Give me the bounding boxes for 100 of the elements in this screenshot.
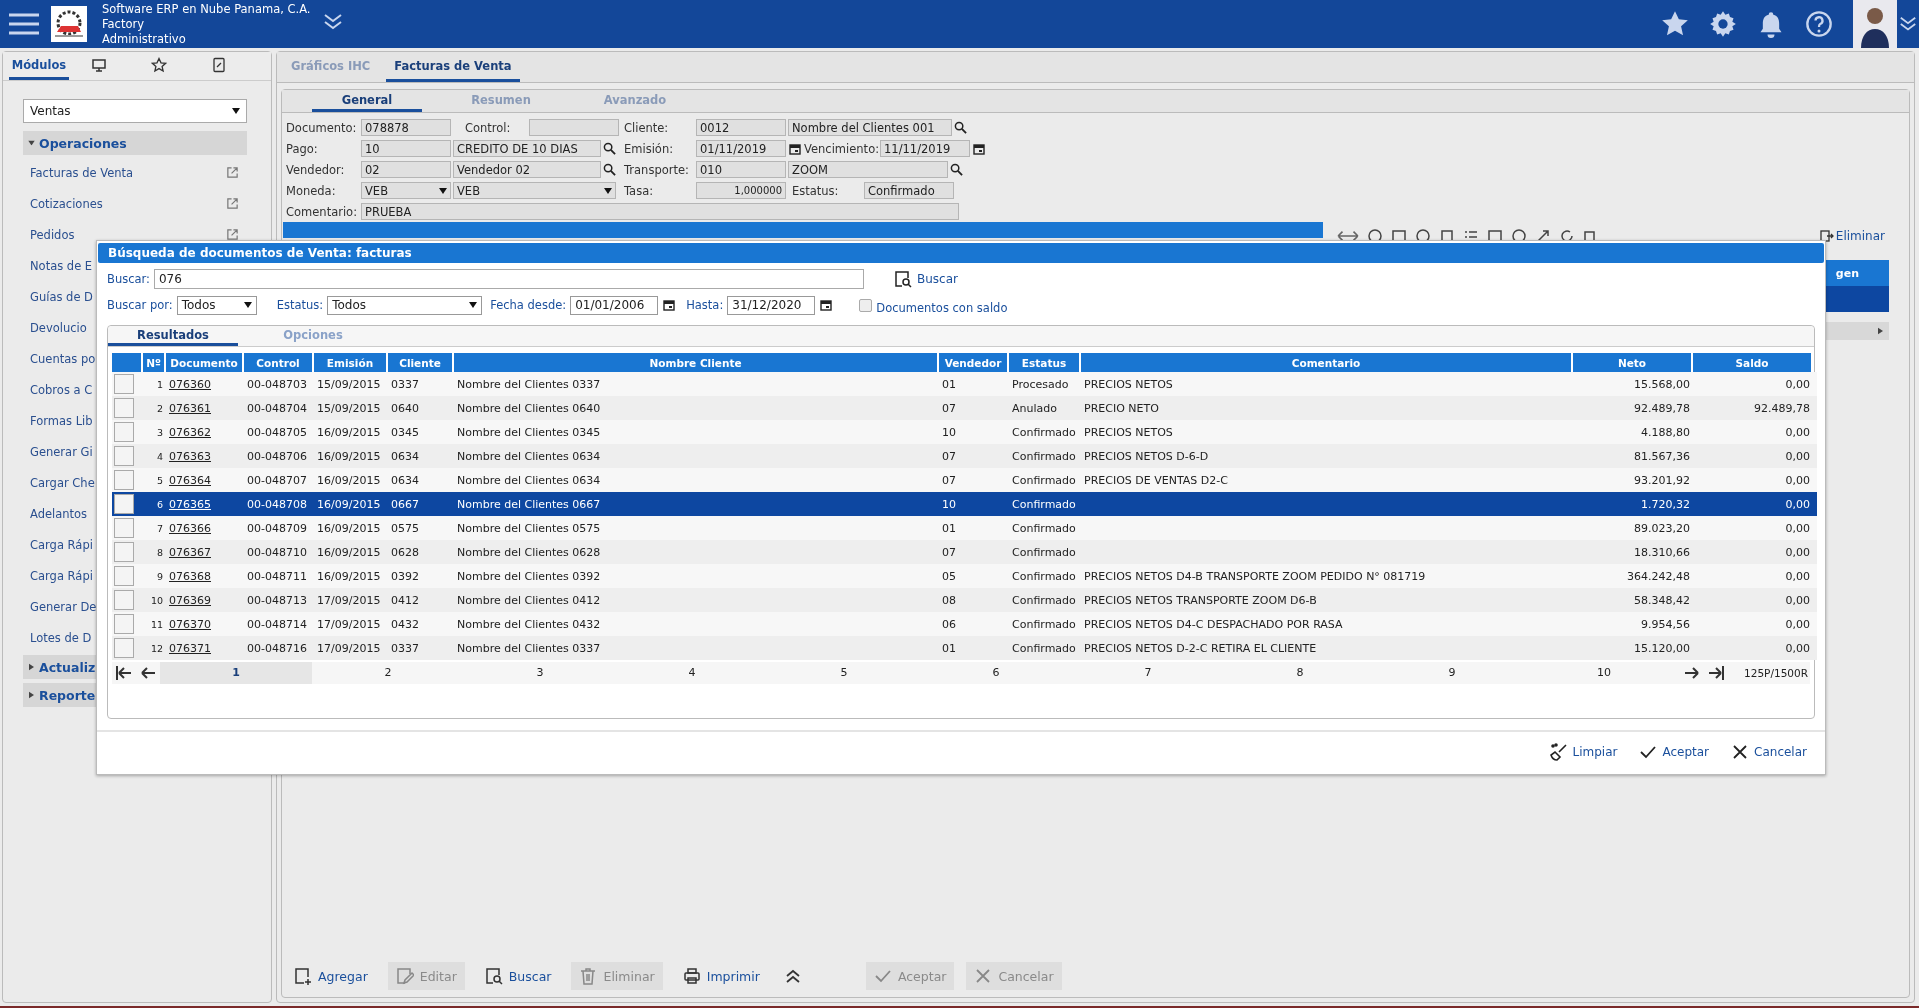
search-icon[interactable] xyxy=(603,142,616,155)
page-link[interactable]: 2 xyxy=(312,662,464,684)
document-link[interactable]: 076370 xyxy=(169,617,211,631)
first-page-icon[interactable] xyxy=(115,664,133,682)
menu-item[interactable]: Cobros a C xyxy=(30,382,93,397)
menu-item[interactable]: Pedidos xyxy=(30,227,75,242)
double-chevron-icon[interactable] xyxy=(1899,15,1917,33)
input-field[interactable]: 0012 xyxy=(696,119,786,136)
menu-icon[interactable] xyxy=(9,13,39,35)
checkbox[interactable] xyxy=(859,298,873,312)
dialog-button[interactable]: Cancelar xyxy=(1727,743,1811,761)
row-checkbox[interactable] xyxy=(114,374,134,394)
document-link[interactable]: 076367 xyxy=(169,545,211,559)
module-select[interactable]: Ventas xyxy=(23,99,247,123)
menu-item[interactable]: Devolucio xyxy=(30,320,87,335)
menu-item[interactable]: Carga Rápi xyxy=(30,537,93,552)
star-icon[interactable] xyxy=(1661,10,1689,38)
row-checkbox[interactable] xyxy=(114,614,134,634)
row-checkbox[interactable] xyxy=(114,590,134,610)
column-header[interactable]: Emisión xyxy=(314,353,388,372)
document-link[interactable]: 076364 xyxy=(169,473,211,487)
search-icon[interactable] xyxy=(950,163,963,176)
menu-item[interactable]: Cuentas po xyxy=(30,351,96,366)
menu-item[interactable]: Facturas de Venta xyxy=(30,165,134,180)
row-checkbox[interactable] xyxy=(114,566,134,586)
table-row[interactable]: 7 076366 00-048709 16/09/2015 0575 Nombre del Clientes 0575 01 Confirmado 89.023,20 0,00 xyxy=(112,516,1817,540)
page-link[interactable]: 7 xyxy=(1072,662,1224,684)
last-page-icon[interactable] xyxy=(1707,664,1725,682)
toolbar-button[interactable]: Agregar xyxy=(286,962,376,990)
document-link[interactable]: 076365 xyxy=(169,497,211,511)
menu-item[interactable]: Cotizaciones xyxy=(30,196,103,211)
column-header[interactable]: Saldo xyxy=(1693,353,1813,372)
column-header[interactable]: Neto xyxy=(1573,353,1693,372)
column-header[interactable]: Nombre Cliente xyxy=(454,353,939,372)
column-header[interactable]: Vendedor xyxy=(939,353,1009,372)
search-icon[interactable] xyxy=(954,121,967,134)
page-tab[interactable]: Facturas de Venta xyxy=(386,52,520,82)
date-field[interactable]: 01/01/2006 xyxy=(570,295,659,315)
table-row[interactable]: 5 076364 00-048707 16/09/2015 0634 Nombre del Clientes 0634 07 Confirmado PRECIOS DE VENTAS D2-C 93.201,92 0,00 xyxy=(112,468,1817,492)
input-field[interactable]: 1,000000 xyxy=(696,182,786,199)
external-link-icon[interactable] xyxy=(226,166,239,179)
input-field[interactable]: 10 xyxy=(361,140,451,157)
toolbar-button[interactable]: Buscar xyxy=(476,962,560,990)
input-field[interactable]: Nombre del Clientes 001 xyxy=(788,119,952,136)
date-field[interactable]: 11/11/2019 xyxy=(880,140,970,157)
date-field[interactable]: 01/11/2019 xyxy=(696,140,786,157)
table-row[interactable]: 9 076368 00-048711 16/09/2015 0392 Nombre del Clientes 0392 05 Confirmado PRECIOS NETOS D4-B TRANSPORTE ZOOM PEDIDO N° 081719 364.242,48 0,00 xyxy=(112,564,1817,588)
delete-link[interactable]: Eliminar xyxy=(1819,229,1885,243)
column-header[interactable]: Control xyxy=(244,353,314,372)
column-header[interactable]: Estatus xyxy=(1009,353,1081,372)
document-link[interactable]: 076369 xyxy=(169,593,211,607)
page-link[interactable]: 5 xyxy=(768,662,920,684)
search-icon[interactable] xyxy=(603,163,616,176)
page-link[interactable]: 9 xyxy=(1376,662,1528,684)
row-checkbox[interactable] xyxy=(114,494,134,514)
column-header[interactable]: Comentario xyxy=(1081,353,1573,372)
input-field[interactable]: Confirmado xyxy=(864,182,954,199)
form-tab[interactable]: General xyxy=(312,90,422,112)
date-field[interactable]: 31/12/2020 xyxy=(727,295,816,315)
document-link[interactable]: 076362 xyxy=(169,425,211,439)
table-row[interactable]: 1 076360 00-048703 15/09/2015 0337 Nombre del Clientes 0337 01 Procesado PRECIOS NETOS 15.568,00 0,00 xyxy=(112,372,1817,396)
document-link[interactable]: 076366 xyxy=(169,521,211,535)
calendar-icon[interactable] xyxy=(820,299,833,311)
input-field[interactable]: CREDITO DE 10 DIAS xyxy=(453,140,601,157)
row-checkbox[interactable] xyxy=(114,422,134,442)
menu-item[interactable]: Lotes de D xyxy=(30,630,92,645)
input-field[interactable]: 010 xyxy=(696,161,786,178)
column-header[interactable]: Documento xyxy=(166,353,244,372)
row-checkbox[interactable] xyxy=(114,398,134,418)
external-link-icon[interactable] xyxy=(226,228,239,241)
sidebar-tab[interactable]: Módulos xyxy=(9,52,69,80)
dialog-button[interactable]: Limpiar xyxy=(1545,743,1622,761)
double-chevron-icon[interactable] xyxy=(322,13,343,31)
menu-item[interactable]: Cargar Che xyxy=(30,475,95,490)
menu-item[interactable]: Generar Gi xyxy=(30,444,93,459)
checkbox-label[interactable]: Documentos con saldo xyxy=(876,301,1008,315)
help-icon[interactable] xyxy=(1805,10,1833,38)
results-tab[interactable]: Resultados xyxy=(108,326,238,346)
page-link[interactable]: 4 xyxy=(616,662,768,684)
menu-item[interactable]: Carga Rápi xyxy=(30,568,93,583)
select-field[interactable]: VEB xyxy=(453,182,616,199)
select-field[interactable]: Todos xyxy=(176,295,257,315)
select-field[interactable]: VEB xyxy=(361,182,451,199)
calendar-icon[interactable] xyxy=(973,142,985,155)
toolbar-button[interactable]: Imprimir xyxy=(674,962,768,990)
input-field[interactable]: 02 xyxy=(361,161,451,178)
table-row[interactable]: 4 076363 00-048706 16/09/2015 0634 Nombre del Clientes 0634 07 Confirmado PRECIOS NETOS D-6-D 81.567,36 0,00 xyxy=(112,444,1817,468)
input-field[interactable]: Vendedor 02 xyxy=(453,161,601,178)
search-field[interactable]: 076 xyxy=(153,269,864,289)
menu-item[interactable]: Formas Lib xyxy=(30,413,93,428)
table-row[interactable]: 11 076370 00-048714 17/09/2015 0432 Nombre del Clientes 0432 06 Confirmado PRECIOS NETOS D4-C DESPACHADO POR RASA 9.954,56 0,00 xyxy=(112,612,1817,636)
row-checkbox[interactable] xyxy=(114,470,134,490)
menu-item[interactable]: Guías de D xyxy=(30,289,93,304)
triangle-icon[interactable] xyxy=(1878,327,1883,335)
page-link[interactable]: 6 xyxy=(920,662,1072,684)
column-header[interactable]: Nº xyxy=(143,353,166,372)
document-link[interactable]: 076363 xyxy=(169,449,211,463)
select-field[interactable]: Todos xyxy=(327,295,483,315)
menu-item[interactable]: Adelantos xyxy=(30,506,88,521)
page-link[interactable]: 8 xyxy=(1224,662,1376,684)
